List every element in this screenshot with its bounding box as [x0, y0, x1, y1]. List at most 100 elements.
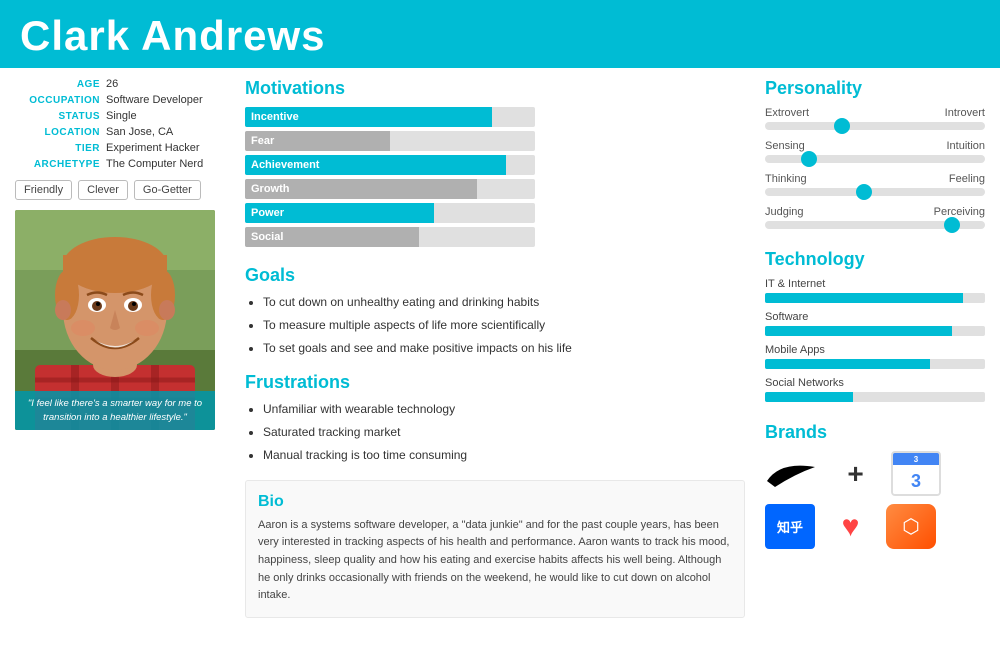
motivation-item: Power — [245, 203, 745, 223]
motivation-item: Growth — [245, 179, 745, 199]
tech-label: IT & Internet — [765, 278, 985, 290]
personality-trait: Sensing Intuition — [765, 140, 985, 163]
status-label: STATUS — [15, 111, 100, 122]
brands-title: Brands — [765, 422, 985, 443]
motivations-bars: Incentive Fear Achievement Growth Power Socia… — [245, 107, 745, 247]
heart-brand: ♥ — [823, 504, 878, 549]
tech-bar — [765, 359, 930, 369]
status-value: Single — [106, 110, 137, 122]
goals-list: To cut down on unhealthy eating and drin… — [245, 294, 745, 356]
trait-clever: Clever — [78, 180, 128, 200]
bio-text: Aaron is a systems software developer, a… — [258, 517, 732, 605]
personality-indicator — [834, 118, 850, 134]
archetype-row: ARCHETYPE The Computer Nerd — [15, 158, 225, 170]
personality-right: Intuition — [946, 140, 985, 152]
motivations-section: Motivations Incentive Fear Achievement Grow… — [245, 78, 745, 247]
trait-friendly: Friendly — [15, 180, 72, 200]
personality-right: Feeling — [949, 173, 985, 185]
personality-left: Thinking — [765, 173, 807, 185]
tech-item: Social Networks — [765, 377, 985, 402]
motivation-label: Social — [245, 231, 283, 243]
profile-photo: "I feel like there's a smarter way for m… — [15, 210, 215, 430]
motivation-item: Fear — [245, 131, 745, 151]
occupation-row: OCCUPATION Software Developer — [15, 94, 225, 106]
profile-quote: "I feel like there's a smarter way for m… — [15, 391, 215, 430]
age-row: AGE 26 — [15, 78, 225, 90]
personality-left: Sensing — [765, 140, 805, 152]
brands-grid: + 3 3 知乎 ♥ — [765, 451, 985, 549]
motivation-label: Power — [245, 207, 284, 219]
motivation-label: Achievement — [245, 159, 319, 171]
occupation-value: Software Developer — [106, 94, 203, 106]
goals-title: Goals — [245, 265, 745, 286]
nike-brand — [765, 451, 820, 496]
technology-title: Technology — [765, 249, 985, 270]
motivation-item: Social — [245, 227, 745, 247]
technology-section: Technology IT & Internet Software Mobile A… — [765, 249, 985, 402]
personality-indicator — [856, 184, 872, 200]
calendar-brand: 3 3 — [891, 451, 941, 496]
goal-item: To measure multiple aspects of life more… — [263, 317, 745, 334]
status-row: STATUS Single — [15, 110, 225, 122]
personality-indicator — [944, 217, 960, 233]
tier-value: Experiment Hacker — [106, 142, 200, 154]
personality-rows: Extrovert Introvert Sensing Intuition Thinki… — [765, 107, 985, 229]
archetype-value: The Computer Nerd — [106, 158, 203, 170]
tech-label: Social Networks — [765, 377, 985, 389]
tech-rows: IT & Internet Software Mobile Apps Social N… — [765, 278, 985, 402]
tech-item: Mobile Apps — [765, 344, 985, 369]
occupation-label: OCCUPATION — [15, 95, 100, 106]
header: Clark Andrews — [0, 0, 1000, 68]
profile-info: AGE 26 OCCUPATION Software Developer STA… — [15, 78, 225, 170]
frustration-item: Unfamiliar with wearable technology — [263, 401, 745, 418]
bio-title: Bio — [258, 493, 732, 511]
personality-title: Personality — [765, 78, 985, 99]
tech-label: Mobile Apps — [765, 344, 985, 356]
motivation-label: Fear — [245, 135, 274, 147]
motivation-item: Achievement — [245, 155, 745, 175]
frustrations-list: Unfamiliar with wearable technology Satur… — [245, 401, 745, 463]
tech-item: IT & Internet — [765, 278, 985, 303]
right-column: Personality Extrovert Introvert Sensing Int… — [765, 78, 985, 618]
location-label: LOCATION — [15, 127, 100, 138]
tech-item: Software — [765, 311, 985, 336]
tech-bar — [765, 392, 853, 402]
personality-trait: Thinking Feeling — [765, 173, 985, 196]
traits-row: Friendly Clever Go-Getter — [15, 180, 225, 200]
middle-column: Motivations Incentive Fear Achievement Grow… — [245, 78, 745, 618]
motivation-item: Incentive — [245, 107, 745, 127]
tier-label: TIER — [15, 143, 100, 154]
frustration-item: Saturated tracking market — [263, 424, 745, 441]
age-value: 26 — [106, 78, 118, 90]
location-value: San Jose, CA — [106, 126, 173, 138]
goal-item: To cut down on unhealthy eating and drin… — [263, 294, 745, 311]
plus-icon: + — [828, 451, 883, 496]
personality-right: Introvert — [945, 107, 985, 119]
brands-section: Brands + 3 3 — [765, 422, 985, 549]
goals-section: Goals To cut down on unhealthy eating an… — [245, 265, 745, 356]
left-column: AGE 26 OCCUPATION Software Developer STA… — [15, 78, 225, 618]
trait-gogetter: Go-Getter — [134, 180, 201, 200]
location-row: LOCATION San Jose, CA — [15, 126, 225, 138]
personality-section: Personality Extrovert Introvert Sensing Int… — [765, 78, 985, 229]
personality-indicator — [801, 151, 817, 167]
age-label: AGE — [15, 79, 100, 90]
frustrations-section: Frustrations Unfamiliar with wearable te… — [245, 372, 745, 463]
archetype-label: ARCHETYPE — [15, 159, 100, 170]
main-content: AGE 26 OCCUPATION Software Developer STA… — [0, 68, 1000, 628]
personality-left: Extrovert — [765, 107, 809, 119]
personality-right: Perceiving — [934, 206, 985, 218]
personality-trait: JudgingPerceiving — [765, 206, 985, 229]
frustration-item: Manual tracking is too time consuming — [263, 447, 745, 464]
page-title: Clark Andrews — [20, 12, 980, 60]
goal-item: To set goals and see and make positive i… — [263, 340, 745, 357]
frustrations-title: Frustrations — [245, 372, 745, 393]
tech-bar — [765, 293, 963, 303]
tier-row: TIER Experiment Hacker — [15, 142, 225, 154]
tech-bar — [765, 326, 952, 336]
bio-section: Bio Aaron is a systems software develope… — [245, 480, 745, 618]
zhihu-brand: 知乎 — [765, 504, 815, 549]
tech-label: Software — [765, 311, 985, 323]
motivations-title: Motivations — [245, 78, 745, 99]
douban-brand: ⬡ — [886, 504, 936, 549]
